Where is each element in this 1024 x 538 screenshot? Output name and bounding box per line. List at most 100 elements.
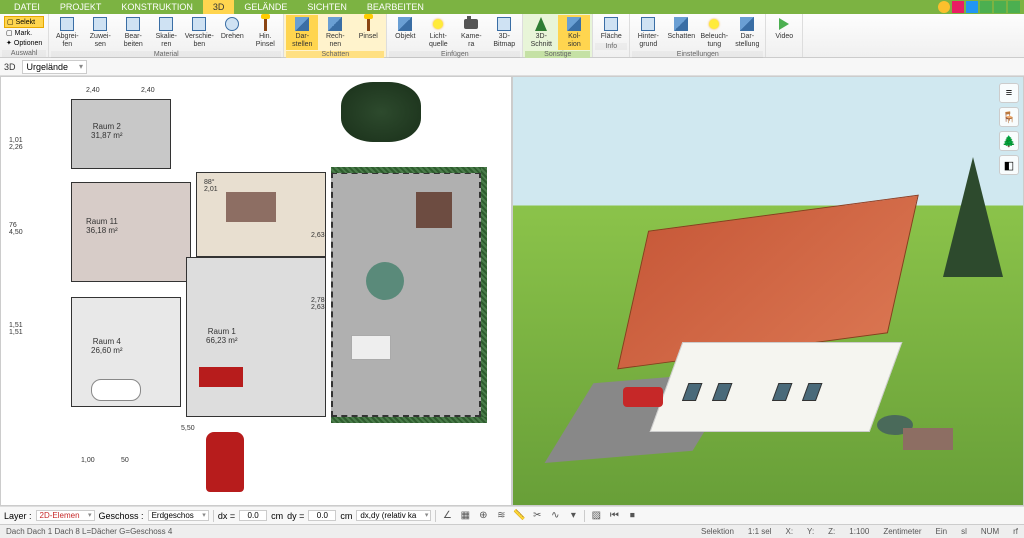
opt-optionen[interactable]: ✦ Optionen (4, 38, 44, 48)
tool-rewind-icon[interactable]: ⏮ (607, 509, 621, 523)
ribbon-toolbar: ▢ Selekt ▢ Mark. ✦ Optionen Auswahl Abgr… (0, 14, 1024, 58)
tool-layers-icon[interactable]: ≋ (494, 509, 508, 523)
btn-darstellen[interactable]: Dar- stellen (286, 15, 318, 50)
tree-icon[interactable]: 🌲 (999, 131, 1019, 151)
menu-projekt[interactable]: PROJEKT (50, 0, 112, 14)
dim-12: 5,50 (181, 425, 195, 432)
dx-unit: cm (271, 511, 283, 521)
btn-bearbeiten[interactable]: Bear- beiten (117, 15, 149, 50)
tool-stop-icon[interactable]: ⏹ (625, 509, 639, 523)
group-label-schatten: Schatten (286, 51, 384, 58)
btn-flaeche[interactable]: Fläche (595, 15, 627, 42)
opt-mark[interactable]: ▢ Mark. (4, 28, 44, 38)
support-icon[interactable] (966, 1, 978, 13)
menu-datei[interactable]: DATEI (4, 0, 50, 14)
sofa (199, 367, 243, 387)
btn-hin-pinsel[interactable]: Hin. Pinsel (249, 15, 281, 50)
btn-drehen[interactable]: Drehen (216, 15, 248, 50)
pencil-icon[interactable] (952, 1, 964, 13)
ribbon-group-einfuegen: Objekt Licht- quelle Kame- ra 3D- Bitmap… (387, 14, 523, 57)
view-tools: ≡ 🪑 🌲 ◧ (999, 83, 1019, 175)
dy-input[interactable]: 0.0 (308, 510, 336, 521)
menu-gelaende[interactable]: GELÄNDE (234, 0, 297, 14)
btn-3d-schnitt[interactable]: 3D- Schnitt (525, 15, 557, 50)
mode-3d-label: 3D (4, 62, 16, 72)
window-2 (712, 383, 733, 401)
tool-angle-icon[interactable]: ∠ (440, 509, 454, 523)
dim-angle: 88°2,01 (204, 179, 218, 193)
btn-verschieben[interactable]: Verschie- ben (183, 15, 215, 50)
ribbon-group-info: Fläche Info (593, 14, 630, 57)
menu-3d[interactable]: 3D (203, 0, 235, 14)
btn-skalieren[interactable]: Skalie- ren (150, 15, 182, 50)
btn-objekt[interactable]: Objekt (389, 15, 421, 50)
bathtub (91, 379, 141, 401)
opt-selekt[interactable]: ▢ Selekt (4, 16, 44, 28)
status-sel-val: 1:1 sel (748, 527, 772, 536)
tool-dropdown-icon[interactable]: ▾ (566, 509, 580, 523)
tool-grid-icon[interactable]: ▦ (458, 509, 472, 523)
room-1-label: Raum 166,23 m² (206, 327, 238, 345)
btn-darstellung[interactable]: Dar- stellung (731, 15, 763, 50)
viewport-3d[interactable]: ≡ 🪑 🌲 ◧ (512, 76, 1024, 506)
ribbon-group-schatten: Dar- stellen Rech- nen Pinsel Schatten (284, 14, 387, 57)
dim-3: 1,511,51 (9, 322, 23, 336)
close-icon[interactable] (1008, 1, 1020, 13)
group-label-sonstige: Sonstige (525, 51, 590, 58)
floorplan: Raum 231,87 m² Raum 1136,18 m² Raum 426,… (31, 87, 501, 495)
room-4-label: Raum 426,60 m² (91, 337, 123, 355)
help-icon[interactable] (938, 1, 950, 13)
tool-curve-icon[interactable]: ∿ (548, 509, 562, 523)
ribbon-group-sonstige: 3D- Schnitt Kol- sion Sonstige (523, 14, 593, 57)
menubar: DATEI PROJEKT KONSTRUKTION 3D GELÄNDE SI… (0, 0, 1024, 14)
ribbon-group-einstellungen: Hinter- grund Schatten Beleuch- tung Dar… (630, 14, 766, 57)
layer-combo[interactable]: 2D-Elemen (36, 510, 95, 521)
tool-hatch-icon[interactable]: ▨ (589, 509, 603, 523)
btn-lichtquelle[interactable]: Licht- quelle (422, 15, 454, 50)
btn-rechnen[interactable]: Rech- nen (319, 15, 351, 50)
terrain-combo[interactable]: Urgelände (22, 60, 88, 74)
box-icon[interactable]: ◧ (999, 155, 1019, 175)
terrace (331, 172, 481, 417)
maximize-icon[interactable] (994, 1, 1006, 13)
btn-zuweisen[interactable]: Zuwei- sen (84, 15, 116, 50)
menu-bearbeiten[interactable]: BEARBEITEN (357, 0, 434, 14)
status-ein: Ein (936, 527, 948, 536)
lounge-chairs (351, 335, 391, 360)
window-controls (938, 1, 1020, 13)
menu-sichten[interactable]: SICHTEN (297, 0, 357, 14)
workspace: Raum 231,87 m² Raum 1136,18 m² Raum 426,… (0, 76, 1024, 506)
btn-abgreifen[interactable]: Abgrei- fen (51, 15, 83, 50)
house-3d (638, 212, 898, 352)
dim-16: 50 (121, 457, 129, 464)
status-left: Dach Dach 1 Dach 8 L=Dächer G=Geschoss 4 (6, 527, 172, 536)
menu-konstruktion[interactable]: KONSTRUKTION (111, 0, 203, 14)
tool-measure-icon[interactable]: 📏 (512, 509, 526, 523)
btn-pinsel-schatten[interactable]: Pinsel (352, 15, 384, 50)
viewport-2d[interactable]: Raum 231,87 m² Raum 1136,18 m² Raum 426,… (0, 76, 512, 506)
geschoss-combo[interactable]: Erdgeschos (148, 510, 209, 521)
dy-unit: cm (340, 511, 352, 521)
tool-snap-icon[interactable]: ⊕ (476, 509, 490, 523)
rel-combo[interactable]: dx,dy (relativ ka (356, 510, 431, 521)
btn-hintergrund[interactable]: Hinter- grund (632, 15, 664, 50)
btn-kollision[interactable]: Kol- sion (558, 15, 590, 50)
geschoss-label: Geschoss : (99, 511, 144, 521)
ribbon-group-material: Abgrei- fen Zuwei- sen Bear- beiten Skal… (49, 14, 284, 57)
patio-table-3d (903, 428, 953, 450)
btn-beleuchtung[interactable]: Beleuch- tung (698, 15, 730, 50)
hedge-top (331, 167, 486, 173)
btn-video[interactable]: Video (768, 15, 800, 42)
tree-3d (943, 157, 1003, 277)
layer-label: Layer : (4, 511, 32, 521)
layers-icon[interactable]: ≡ (999, 83, 1019, 103)
tool-cut-icon[interactable]: ✂ (530, 509, 544, 523)
minimize-icon[interactable] (980, 1, 992, 13)
chair-icon[interactable]: 🪑 (999, 107, 1019, 127)
btn-schatten-einst[interactable]: Schatten (665, 15, 697, 50)
btn-kamera[interactable]: Kame- ra (455, 15, 487, 50)
tree-2d (341, 82, 421, 142)
group-label-info: Info (595, 43, 627, 50)
dx-input[interactable]: 0.0 (239, 510, 267, 521)
btn-3d-bitmap[interactable]: 3D- Bitmap (488, 15, 520, 50)
